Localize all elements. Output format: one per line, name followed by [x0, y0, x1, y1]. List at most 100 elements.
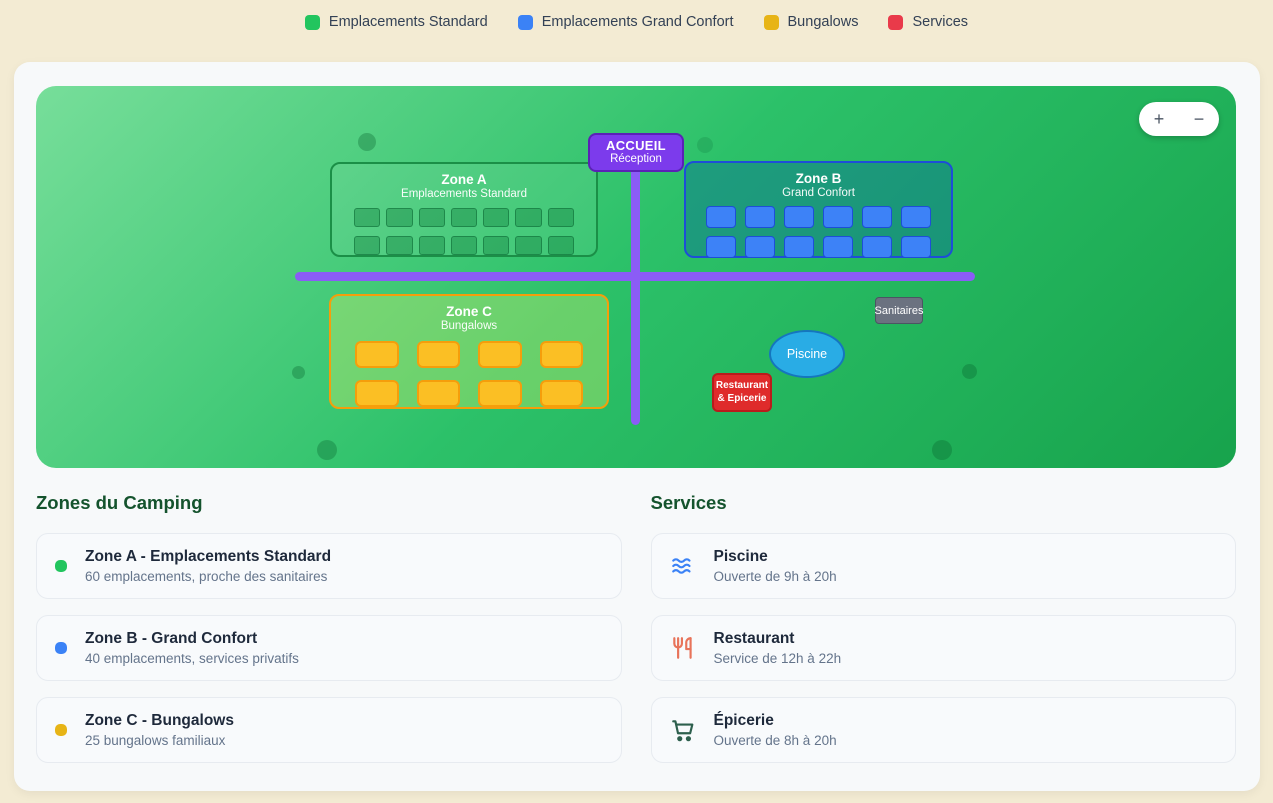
standard-color-swatch: [305, 15, 320, 30]
zone-c-bungalows: [331, 332, 607, 407]
pitch-marker: [355, 341, 399, 368]
pitch-marker: [540, 341, 584, 368]
map-zone-a[interactable]: Zone A Emplacements Standard: [330, 162, 598, 257]
zone-b-list-item: Zone B - Grand Confort 40 emplacements, …: [36, 615, 622, 681]
zone-a-subtitle: Emplacements Standard: [332, 188, 596, 200]
utensils-icon: [670, 635, 696, 661]
legend-item-grand-confort: Emplacements Grand Confort: [518, 14, 734, 30]
legend-item-standard: Emplacements Standard: [305, 14, 488, 30]
camping-map[interactable]: Zone A Emplacements Standard ACCUEIL Réc…: [36, 86, 1236, 468]
zone-c-subtitle: Bungalows: [331, 320, 607, 332]
list-item-title: Épicerie: [714, 712, 837, 730]
pitch-marker: [745, 206, 775, 228]
accueil-subtitle: Réception: [590, 153, 682, 165]
pitch-marker: [354, 208, 380, 227]
list-item-title: Zone B - Grand Confort: [85, 630, 299, 648]
tree-marker: [962, 364, 977, 379]
legend-label: Emplacements Standard: [329, 14, 488, 30]
pitch-marker: [417, 380, 461, 407]
pitch-marker: [540, 380, 584, 407]
pitch-marker: [745, 236, 775, 258]
list-item-subtitle: 60 emplacements, proche des sanitaires: [85, 569, 331, 584]
zone-a-pitches: [332, 200, 596, 255]
zone-b-title: Zone B: [686, 171, 951, 186]
map-sanitaires[interactable]: Sanitaires: [875, 297, 923, 324]
zoom-out-button[interactable]: −: [1179, 102, 1219, 136]
map-accueil-reception[interactable]: ACCUEIL Réception: [588, 133, 684, 172]
main-card: Zone A Emplacements Standard ACCUEIL Réc…: [14, 62, 1260, 791]
zone-a-color-dot: [55, 560, 67, 572]
map-zone-c[interactable]: Zone C Bungalows: [329, 294, 609, 409]
pitch-marker: [451, 208, 477, 227]
list-item-subtitle: Ouverte de 8h à 20h: [714, 733, 837, 748]
pitch-marker: [483, 236, 509, 255]
tree-marker: [317, 440, 337, 460]
zone-b-color-dot: [55, 642, 67, 654]
map-zone-b[interactable]: Zone B Grand Confort: [684, 161, 953, 258]
pitch-marker: [419, 208, 445, 227]
restaurant-list-item: Restaurant Service de 12h à 22h: [651, 615, 1237, 681]
pitch-marker: [386, 208, 412, 227]
legend-item-services: Services: [888, 14, 968, 30]
pitch-marker: [355, 380, 399, 407]
grand-confort-color-swatch: [518, 15, 533, 30]
pitch-marker: [515, 208, 541, 227]
piscine-list-item: Piscine Ouverte de 9h à 20h: [651, 533, 1237, 599]
zones-column: Zones du Camping Zone A - Emplacements S…: [36, 492, 622, 779]
pitch-marker: [451, 236, 477, 255]
pitch-marker: [901, 236, 931, 258]
pitch-marker: [386, 236, 412, 255]
zone-a-list-item: Zone A - Emplacements Standard 60 emplac…: [36, 533, 622, 599]
list-item-title: Piscine: [714, 548, 837, 566]
tree-marker: [292, 366, 305, 379]
pitch-marker: [478, 341, 522, 368]
zone-a-title: Zone A: [332, 172, 596, 187]
list-item-subtitle: Ouverte de 9h à 20h: [714, 569, 837, 584]
pitch-marker: [823, 236, 853, 258]
pitch-marker: [419, 236, 445, 255]
zone-b-pitches: [686, 199, 951, 258]
zone-b-subtitle: Grand Confort: [686, 187, 951, 199]
pitch-marker: [548, 236, 574, 255]
legend-item-bungalows: Bungalows: [764, 14, 859, 30]
map-zoom-controls: + −: [1139, 102, 1219, 136]
info-section: Zones du Camping Zone A - Emplacements S…: [36, 492, 1236, 779]
map-restaurant-epicerie[interactable]: Restaurant & Epicerie: [712, 373, 772, 412]
list-item-title: Zone C - Bungalows: [85, 712, 234, 730]
map-legend: Emplacements Standard Emplacements Grand…: [0, 0, 1273, 38]
list-item-title: Restaurant: [714, 630, 842, 648]
bungalows-color-swatch: [764, 15, 779, 30]
pitch-marker: [862, 206, 892, 228]
pitch-marker: [823, 206, 853, 228]
restaurant-label-line2: & Epicerie: [714, 393, 770, 406]
zone-c-list-item: Zone C - Bungalows 25 bungalows familiau…: [36, 697, 622, 763]
pitch-marker: [862, 236, 892, 258]
cart-icon: [670, 717, 696, 743]
epicerie-list-item: Épicerie Ouverte de 8h à 20h: [651, 697, 1237, 763]
zone-c-color-dot: [55, 724, 67, 736]
pitch-marker: [784, 236, 814, 258]
legend-label: Bungalows: [788, 14, 859, 30]
zones-heading: Zones du Camping: [36, 492, 622, 514]
list-item-subtitle: 40 emplacements, services privatifs: [85, 651, 299, 666]
list-item-subtitle: 25 bungalows familiaux: [85, 733, 234, 748]
tree-marker: [932, 440, 952, 460]
zone-c-title: Zone C: [331, 304, 607, 319]
pitch-marker: [784, 206, 814, 228]
zoom-in-button[interactable]: +: [1139, 102, 1179, 136]
list-item-subtitle: Service de 12h à 22h: [714, 651, 842, 666]
pitch-marker: [515, 236, 541, 255]
services-color-swatch: [888, 15, 903, 30]
tree-marker: [697, 137, 713, 153]
map-piscine[interactable]: Piscine: [769, 330, 845, 378]
pitch-marker: [478, 380, 522, 407]
list-item-title: Zone A - Emplacements Standard: [85, 548, 331, 566]
pitch-marker: [483, 208, 509, 227]
pitch-marker: [548, 208, 574, 227]
legend-label: Services: [912, 14, 968, 30]
pitch-marker: [354, 236, 380, 255]
pitch-marker: [417, 341, 461, 368]
vertical-path: [631, 140, 640, 425]
tree-marker: [358, 133, 376, 151]
restaurant-label-line1: Restaurant: [714, 380, 770, 393]
